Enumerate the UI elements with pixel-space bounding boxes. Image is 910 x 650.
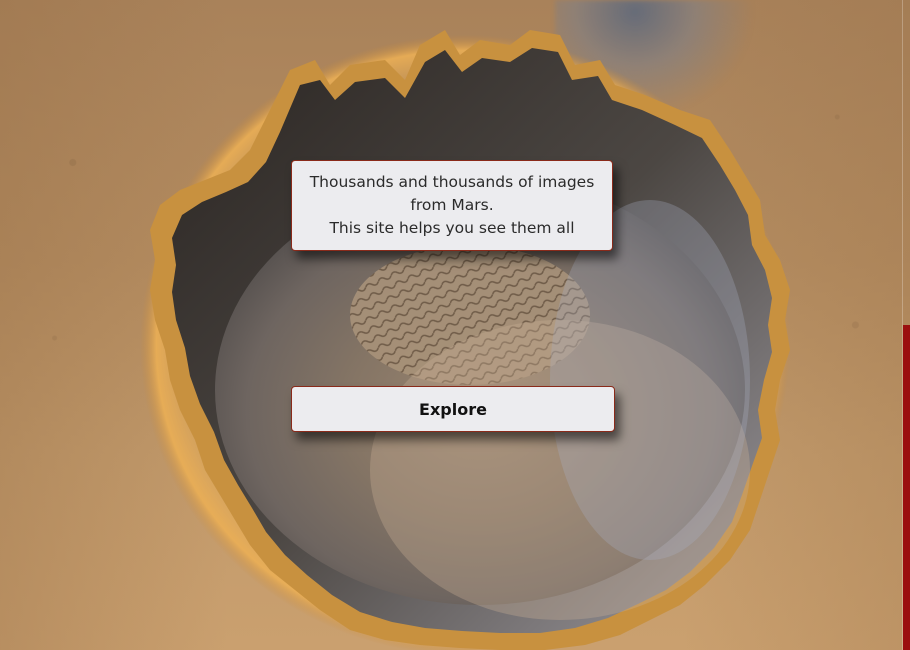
intro-line-1: Thousands and thousands of images xyxy=(309,173,595,191)
mars-crater-image xyxy=(140,30,790,650)
intro-line-3: This site helps you see them all xyxy=(329,219,575,237)
scroll-indicator[interactable] xyxy=(903,325,910,650)
explore-button[interactable]: Explore xyxy=(291,386,615,432)
intro-card: Thousands and thousands of images from M… xyxy=(291,160,613,251)
intro-line-2: from Mars. xyxy=(410,196,494,214)
page-viewport: Thousands and thousands of images from M… xyxy=(0,0,910,650)
